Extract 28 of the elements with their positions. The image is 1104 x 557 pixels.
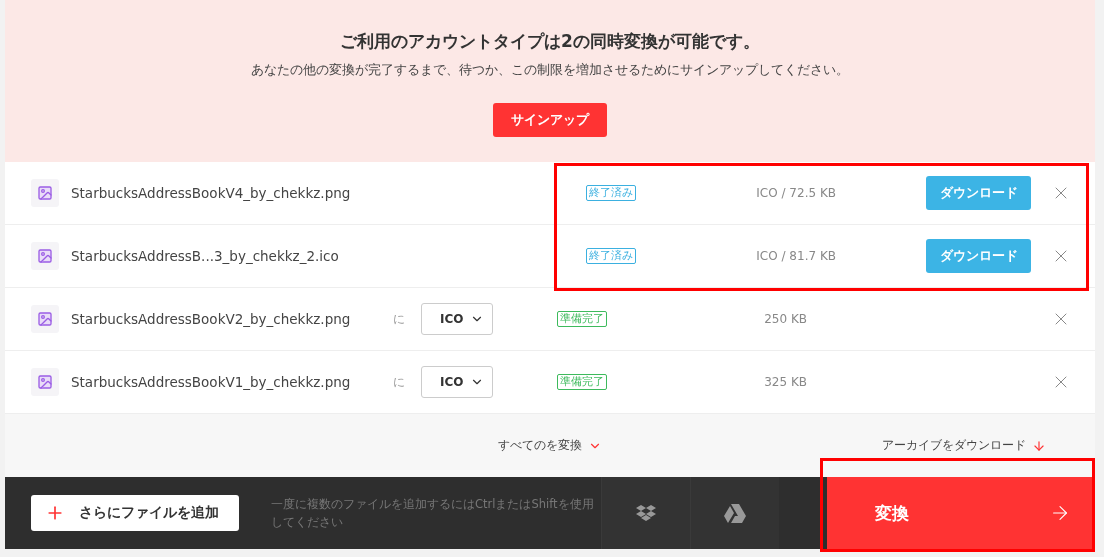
status-tag: 準備完了: [557, 311, 607, 327]
image-icon: [31, 305, 59, 333]
file-size: ICO / 72.5 KB: [755, 186, 836, 200]
notice-title: ご利用のアカウントタイプは2の同時変換が可能です。: [340, 30, 760, 53]
status-tag: 終了済み: [586, 248, 636, 264]
file-name: StarbucksAddressBookV2_by_chekkz.png: [71, 311, 352, 327]
file-name: StarbucksAddressB...3_by_chekkz_2.ico: [71, 248, 340, 264]
to-label: に: [393, 310, 406, 328]
image-icon: [31, 368, 59, 396]
notice-message: あなたの他の変換が完了するまで、待つか、この制限を増加させるためにサインアップしてください。: [251, 61, 849, 79]
format-select[interactable]: ICO: [421, 366, 493, 398]
image-icon: [31, 179, 59, 207]
convert-all-link[interactable]: すべてのを変換: [498, 437, 602, 454]
format-select[interactable]: ICO: [421, 303, 493, 335]
add-files-button[interactable]: さらにファイルを追加: [31, 495, 239, 531]
file-name: StarbucksAddressBookV4_by_chekkz.png: [71, 185, 352, 201]
status-tag: 終了済み: [586, 185, 636, 201]
file-size: 325 KB: [763, 375, 807, 389]
status-tag: 準備完了: [557, 374, 607, 390]
download-arrow-icon: [1032, 438, 1046, 453]
image-icon: [31, 242, 59, 270]
file-size: 250 KB: [763, 312, 807, 326]
download-archive-link[interactable]: アーカイブをダウンロード: [882, 437, 1046, 454]
to-label: に: [393, 373, 406, 391]
sign-up-button[interactable]: サインアップ: [493, 103, 607, 137]
file-name: StarbucksAddressBookV1_by_chekkz.png: [71, 374, 352, 390]
convert-button[interactable]: 変換: [827, 477, 1095, 549]
file-size: ICO / 81.7 KB: [755, 249, 836, 263]
